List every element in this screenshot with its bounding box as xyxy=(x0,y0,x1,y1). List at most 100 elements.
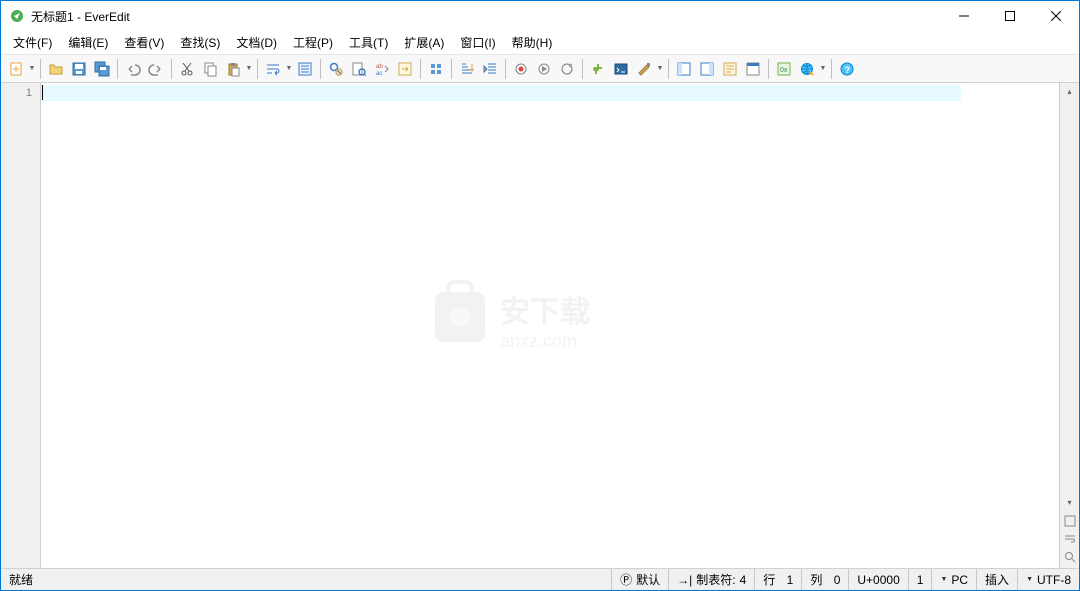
sort-button[interactable] xyxy=(456,58,478,80)
separator xyxy=(831,59,832,79)
redo-button[interactable] xyxy=(145,58,167,80)
separator xyxy=(420,59,421,79)
line-gutter: 1 xyxy=(1,83,41,568)
minimize-button[interactable] xyxy=(941,1,987,31)
status-lineend[interactable]: ▼PC xyxy=(931,569,976,590)
separator xyxy=(768,59,769,79)
menu-document[interactable]: 文档(D) xyxy=(228,32,285,53)
show-whitespace-button[interactable] xyxy=(294,58,316,80)
menu-addons[interactable]: 扩展(A) xyxy=(396,32,452,53)
tab-icon: →| xyxy=(677,573,692,587)
help-button[interactable]: ? xyxy=(836,58,858,80)
panel3-button[interactable] xyxy=(719,58,741,80)
panel4-button[interactable] xyxy=(742,58,764,80)
dropdown-icon[interactable]: ▼ xyxy=(819,65,827,72)
toolbar: ▼ ▼ ▼ abac ▼ xyxy=(1,55,1079,83)
scrollbar-track[interactable] xyxy=(1060,99,1079,494)
save-button[interactable] xyxy=(68,58,90,80)
menu-file[interactable]: 文件(F) xyxy=(5,32,60,53)
menu-search[interactable]: 查找(S) xyxy=(172,32,228,53)
status-printmode[interactable]: Ⓟ默认 xyxy=(611,569,668,590)
close-button[interactable] xyxy=(1033,1,1079,31)
svg-text:0x: 0x xyxy=(780,67,788,74)
text-caret xyxy=(42,85,43,100)
scroll-down-button[interactable]: ▾ xyxy=(1060,494,1079,510)
status-unicode[interactable]: U+0000 xyxy=(848,569,907,590)
menubar: 文件(F) 编辑(E) 查看(V) 查找(S) 文档(D) 工程(P) 工具(T… xyxy=(1,31,1079,55)
browser-button[interactable] xyxy=(796,58,818,80)
svg-text:?: ? xyxy=(845,65,851,75)
separator xyxy=(117,59,118,79)
side-zoom-icon[interactable] xyxy=(1063,550,1077,564)
svg-text:ab: ab xyxy=(376,64,383,70)
stop-macro-button[interactable] xyxy=(556,58,578,80)
settings-button[interactable] xyxy=(633,58,655,80)
bookmark-button[interactable] xyxy=(425,58,447,80)
menu-view[interactable]: 查看(V) xyxy=(116,32,172,53)
status-line[interactable]: 行 1 xyxy=(754,569,801,590)
hex-button[interactable]: 0x xyxy=(773,58,795,80)
dropdown-icon: ▼ xyxy=(940,576,947,583)
print-icon: Ⓟ xyxy=(620,571,632,588)
dropdown-icon[interactable]: ▼ xyxy=(285,65,293,72)
separator xyxy=(320,59,321,79)
dropdown-icon[interactable]: ▼ xyxy=(28,65,36,72)
play-macro-button[interactable] xyxy=(533,58,555,80)
panel2-button[interactable] xyxy=(696,58,718,80)
status-tabstop[interactable]: →|制表符:4 xyxy=(668,569,754,590)
watermark: 安下载 anxz.com xyxy=(430,272,670,362)
cut-button[interactable] xyxy=(176,58,198,80)
separator xyxy=(582,59,583,79)
workspace: 1 安下载 anxz.com ▴ ▾ xyxy=(1,83,1079,568)
status-page[interactable]: 1 xyxy=(908,569,932,590)
titlebar: 无标题1 - EverEdit xyxy=(1,1,1079,31)
current-line-highlight xyxy=(41,85,961,101)
maximize-button[interactable] xyxy=(987,1,1033,31)
separator xyxy=(171,59,172,79)
record-macro-button[interactable] xyxy=(510,58,532,80)
terminal-button[interactable] xyxy=(610,58,632,80)
app-icon xyxy=(9,8,25,24)
window-title: 无标题1 - EverEdit xyxy=(31,8,941,25)
right-sidebar: ▴ ▾ xyxy=(1059,83,1079,568)
status-ready: 就绪 xyxy=(1,569,611,590)
menu-help[interactable]: 帮助(H) xyxy=(504,32,561,53)
status-column[interactable]: 列 0 xyxy=(801,569,848,590)
menu-project[interactable]: 工程(P) xyxy=(285,32,341,53)
plugin-button[interactable] xyxy=(587,58,609,80)
side-wrap-icon[interactable] xyxy=(1063,532,1077,546)
menu-tools[interactable]: 工具(T) xyxy=(341,32,396,53)
app-window: 无标题1 - EverEdit 文件(F) 编辑(E) 查看(V) 查找(S) … xyxy=(0,0,1080,591)
separator xyxy=(451,59,452,79)
editor-area[interactable]: 安下载 anxz.com xyxy=(41,83,1059,568)
dropdown-icon[interactable]: ▼ xyxy=(245,65,253,72)
goto-button[interactable] xyxy=(394,58,416,80)
watermark-sub: anxz.com xyxy=(500,331,577,351)
menu-edit[interactable]: 编辑(E) xyxy=(60,32,116,53)
separator xyxy=(668,59,669,79)
panel1-button[interactable] xyxy=(673,58,695,80)
new-file-button[interactable] xyxy=(5,58,27,80)
svg-text:ac: ac xyxy=(376,71,382,77)
separator xyxy=(505,59,506,79)
status-encoding[interactable]: ▼UTF-8 xyxy=(1017,569,1079,590)
menu-window[interactable]: 窗口(I) xyxy=(452,32,503,53)
find-button[interactable] xyxy=(325,58,347,80)
wordwrap-button[interactable] xyxy=(262,58,284,80)
separator xyxy=(40,59,41,79)
dropdown-icon[interactable]: ▼ xyxy=(656,65,664,72)
separator xyxy=(257,59,258,79)
watermark-text: 安下载 xyxy=(500,296,590,329)
paste-button[interactable] xyxy=(222,58,244,80)
replace-button[interactable]: abac xyxy=(371,58,393,80)
copy-button[interactable] xyxy=(199,58,221,80)
save-all-button[interactable] xyxy=(91,58,113,80)
line-number: 1 xyxy=(1,85,40,101)
undo-button[interactable] xyxy=(122,58,144,80)
indent-button[interactable] xyxy=(479,58,501,80)
side-doc-icon[interactable] xyxy=(1063,514,1077,528)
status-insert[interactable]: 插入 xyxy=(976,569,1017,590)
scroll-up-button[interactable]: ▴ xyxy=(1060,83,1079,99)
find-in-files-button[interactable] xyxy=(348,58,370,80)
open-file-button[interactable] xyxy=(45,58,67,80)
